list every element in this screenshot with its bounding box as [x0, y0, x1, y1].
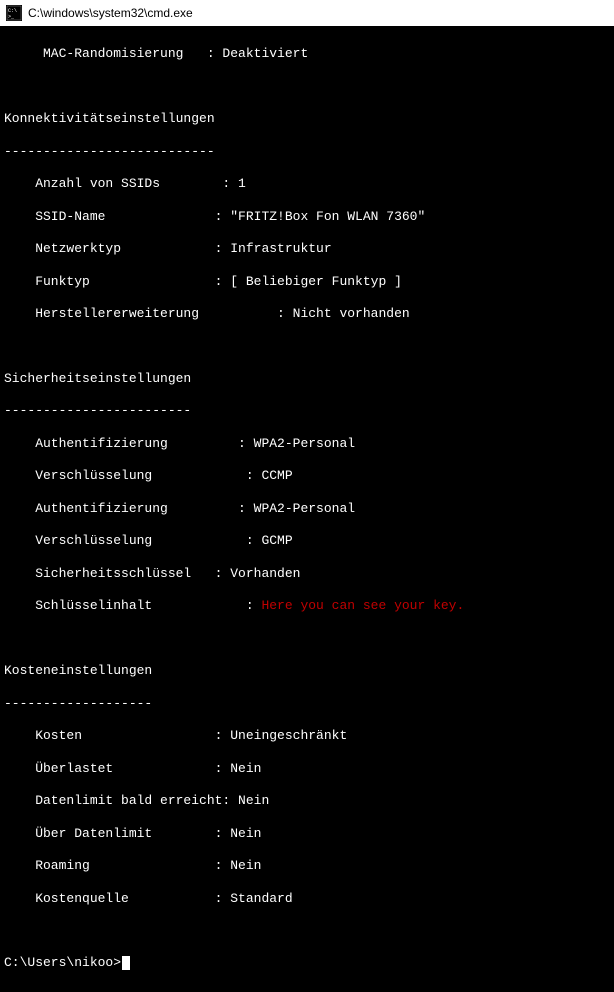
titlebar-title: C:\windows\system32\cmd.exe [28, 6, 193, 20]
cmd-icon: C:\ >_ [6, 5, 22, 21]
output-line: Anzahl von SSIDs : 1 [4, 176, 610, 192]
output-line: Kosteneinstellungen [4, 663, 610, 679]
output-line: Kostenquelle : Standard [4, 891, 610, 907]
output-line: Authentifizierung : WPA2-Personal [4, 436, 610, 452]
output-line: Konnektivitätseinstellungen [4, 111, 610, 127]
output-line: Authentifizierung : WPA2-Personal [4, 501, 610, 517]
svg-text:>_: >_ [8, 14, 15, 20]
output-line [4, 339, 610, 355]
output-line [4, 631, 610, 647]
prompt-line[interactable]: C:\Users\nikoo> [4, 955, 610, 971]
output-line: Verschlüsselung : GCMP [4, 533, 610, 549]
key-label: Schlüsselinhalt : [4, 598, 261, 613]
output-line: Datenlimit bald erreicht: Nein [4, 793, 610, 809]
output-line: Herstellererweiterung : Nicht vorhanden [4, 306, 610, 322]
prompt-text: C:\Users\nikoo> [4, 955, 121, 970]
output-line: Roaming : Nein [4, 858, 610, 874]
terminal-output[interactable]: MAC-Randomisierung : Deaktiviert Konnekt… [0, 26, 614, 992]
output-line: Netzwerktyp : Infrastruktur [4, 241, 610, 257]
output-line: ------------------------ [4, 403, 610, 419]
output-line: Über Datenlimit : Nein [4, 826, 610, 842]
output-line: Schlüsselinhalt : Here you can see your … [4, 598, 610, 614]
titlebar[interactable]: C:\ >_ C:\windows\system32\cmd.exe [0, 0, 614, 26]
output-line: SSID-Name : "FRITZ!Box Fon WLAN 7360" [4, 209, 610, 225]
output-line: Verschlüsselung : CCMP [4, 468, 610, 484]
output-line: Sicherheitseinstellungen [4, 371, 610, 387]
key-value: Here you can see your key. [261, 598, 464, 613]
output-line: Sicherheitsschlüssel : Vorhanden [4, 566, 610, 582]
cursor [122, 956, 130, 970]
output-line: Überlastet : Nein [4, 761, 610, 777]
output-line: ------------------- [4, 696, 610, 712]
output-line [4, 923, 610, 939]
output-line: Funktyp : [ Beliebiger Funktyp ] [4, 274, 610, 290]
output-line [4, 79, 610, 95]
output-line: Kosten : Uneingeschränkt [4, 728, 610, 744]
output-line: MAC-Randomisierung : Deaktiviert [4, 46, 610, 62]
output-line: --------------------------- [4, 144, 610, 160]
